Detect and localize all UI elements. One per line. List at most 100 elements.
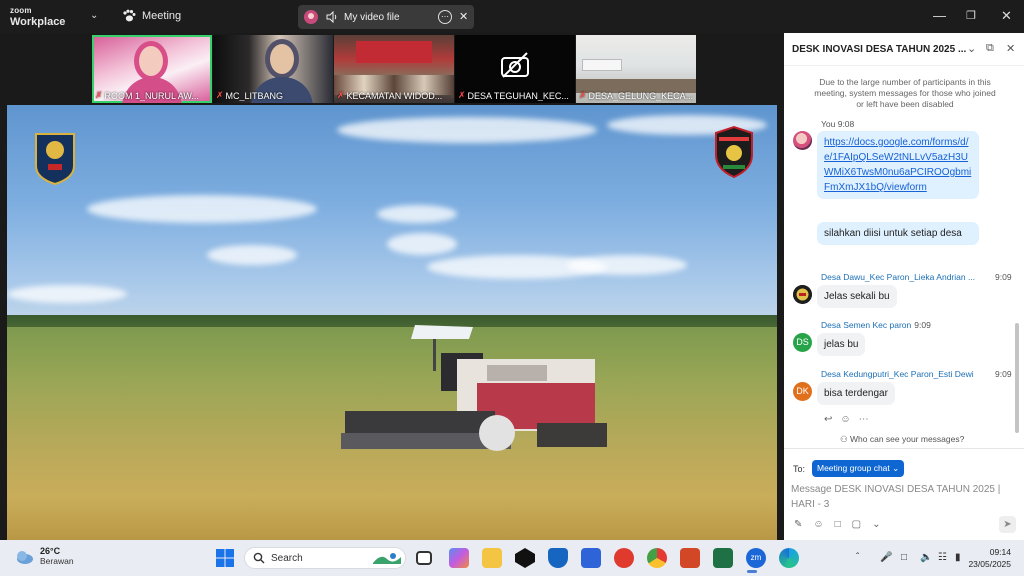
meeting-menu-button[interactable]: Meeting [122, 9, 181, 23]
participant-tile[interactable]: ✗ DESA TEGUHAN_KEC... [455, 35, 575, 103]
format-icon[interactable]: ✎ [794, 519, 802, 530]
chevron-down-icon[interactable]: ⌄ [967, 42, 976, 55]
message-time: 9:08 [837, 119, 855, 129]
message-header: You 9:08 [821, 119, 854, 129]
restore-icon[interactable]: ❐ [966, 9, 976, 22]
speaker-icon[interactable] [326, 11, 338, 23]
microphone-icon[interactable]: 🎤 [880, 552, 892, 563]
avatar [793, 131, 812, 150]
video-off-icon [501, 52, 529, 78]
zoom-product-text: Workplace [10, 16, 66, 28]
combine-harvester [341, 325, 607, 451]
sharer-avatar-icon [304, 10, 318, 24]
clock-time: 09:14 [989, 547, 1011, 557]
divider [784, 448, 1024, 449]
edge-icon[interactable] [779, 548, 799, 568]
pop-out-icon[interactable]: ⧉ [986, 42, 994, 55]
chrome-icon[interactable] [647, 548, 667, 568]
zoom-meeting-window: zoom Workplace ⌄ Meeting My video file ⋯… [0, 0, 1024, 576]
muted-mic-icon: ✗ [337, 90, 345, 100]
participant-name: ✗ KECAMATAN WIDOD... [337, 90, 443, 101]
more-options-icon[interactable]: ⋯ [438, 10, 452, 24]
minimize-icon[interactable]: — [933, 8, 946, 23]
message-time: 9:09 [995, 272, 1012, 282]
shared-file-name: My video file [344, 11, 400, 23]
avatar [793, 285, 812, 304]
regency-emblem-icon [715, 125, 753, 179]
ministry-emblem-icon [35, 133, 75, 186]
participant-tile[interactable]: ✗ MC_LITBANG [213, 35, 333, 103]
battery-icon[interactable]: ▮ [955, 552, 961, 563]
who-can-see-link[interactable]: ⚇ Who can see your messages? [840, 434, 964, 445]
message-text: jelas bu [824, 339, 859, 350]
muted-mic-icon: ✗ [95, 90, 103, 100]
media-player-icon[interactable] [614, 548, 634, 568]
message-input[interactable]: Message DESK INOVASI DESA TAHUN 2025 | H… [791, 482, 1017, 512]
file-explorer-icon[interactable] [482, 548, 502, 568]
sender-name: Desa Semen Kec paron [821, 320, 912, 330]
input-toolbar: ✎ ☺ □ ▢ ⌄ [794, 519, 881, 530]
windows-taskbar [0, 540, 1024, 576]
excel-icon[interactable] [713, 548, 733, 568]
search-icon [253, 552, 265, 564]
avatar: DS [793, 333, 812, 352]
display-icon[interactable]: □ [901, 552, 907, 563]
participant-name: ✗ ROOM 1_NURUL AW... [95, 90, 199, 101]
task-view-icon[interactable] [416, 551, 432, 565]
sender-name: Desa Kedungputri_Kec Paron_Esti Dewi [821, 369, 974, 379]
message-bubble: https://docs.google.com/forms/d/e/1FAIpQ… [817, 131, 979, 199]
powerpoint-icon[interactable] [680, 548, 700, 568]
shared-video-pill[interactable]: My video file ⋯ ✕ [298, 5, 474, 29]
reply-icon[interactable]: ↩ [824, 414, 832, 425]
system-clock[interactable]: 09:14 23/05/2025 [968, 546, 1011, 570]
chevron-up-icon[interactable]: ˆ [856, 552, 859, 563]
paw-icon [123, 9, 136, 22]
active-app-indicator [747, 570, 757, 573]
message-actions: ↩ ☺ ⋯ [824, 414, 869, 425]
banner [356, 41, 432, 63]
participant-name: ✗ MC_LITBANG [216, 90, 284, 101]
search-label: Search [271, 553, 303, 564]
muted-mic-icon: ✗ [216, 90, 224, 100]
weather-widget[interactable]: 26°C Berawan [14, 546, 74, 567]
participant-tile[interactable]: ✗ KECAMATAN WIDOD... [334, 35, 454, 103]
close-icon[interactable]: ✕ [459, 10, 468, 23]
clock-date: 23/05/2025 [968, 559, 1011, 569]
muted-mic-icon: ✗ [458, 90, 466, 100]
security-shield-icon[interactable] [548, 548, 568, 568]
form-link[interactable]: https://docs.google.com/forms/d/e/1FAIpQ… [824, 137, 971, 193]
taskbar-search[interactable]: Search [244, 547, 406, 569]
weather-temp: 26°C [40, 546, 61, 556]
window [582, 59, 622, 71]
chevron-down-icon[interactable]: ⌄ [90, 10, 98, 21]
chat-panel: DESK INOVASI DESA TAHUN 2025 ... ⌄ ⧉ ✕ D… [784, 33, 1024, 540]
message-time: 9:09 [995, 369, 1012, 379]
file-icon[interactable]: □ [835, 519, 841, 530]
message-bubble: jelas bu [817, 333, 866, 356]
copilot-icon[interactable] [449, 548, 469, 568]
participant-strip: ✗ ROOM 1_NURUL AW... ✗ MC_LITBANG ✗ KECAMAT… [92, 35, 696, 103]
speaker-icon[interactable]: 🔈 [920, 552, 932, 563]
store-icon[interactable] [581, 548, 601, 568]
screenshot-icon[interactable]: ▢ [852, 519, 861, 530]
people-icon: ⚇ [840, 434, 848, 444]
recipient-dropdown[interactable]: Meeting group chat ⌄ [812, 460, 905, 477]
message-bubble: silahkan diisi untuk setiap desa [817, 222, 979, 245]
zoom-logo: zoom Workplace [10, 6, 66, 28]
chevron-down-icon[interactable]: ⌄ [872, 519, 880, 530]
title-bar: zoom Workplace ⌄ Meeting My video file ⋯… [0, 0, 1024, 33]
more-options-icon[interactable]: ⋯ [859, 414, 869, 425]
send-icon[interactable]: ➤ [999, 516, 1016, 533]
message-bubble: Jelas sekali bu [817, 285, 897, 308]
participant-tile[interactable]: ✗ ROOM 1_NURUL AW... [92, 35, 212, 103]
emoji-icon[interactable]: ☺ [840, 414, 850, 425]
close-icon[interactable]: ✕ [1006, 42, 1015, 55]
emoji-icon[interactable]: ☺ [813, 519, 823, 530]
windows-start-icon[interactable] [215, 548, 235, 568]
zoom-app-icon[interactable]: zm [746, 548, 766, 568]
shared-video[interactable] [7, 105, 777, 540]
participant-tile[interactable]: ✗ DESA_GELUNG_KECA... [576, 35, 696, 103]
window-close-icon[interactable]: ✕ [1001, 8, 1012, 24]
chat-scrollbar[interactable] [1015, 323, 1019, 433]
network-icon[interactable]: ☷ [938, 552, 947, 563]
